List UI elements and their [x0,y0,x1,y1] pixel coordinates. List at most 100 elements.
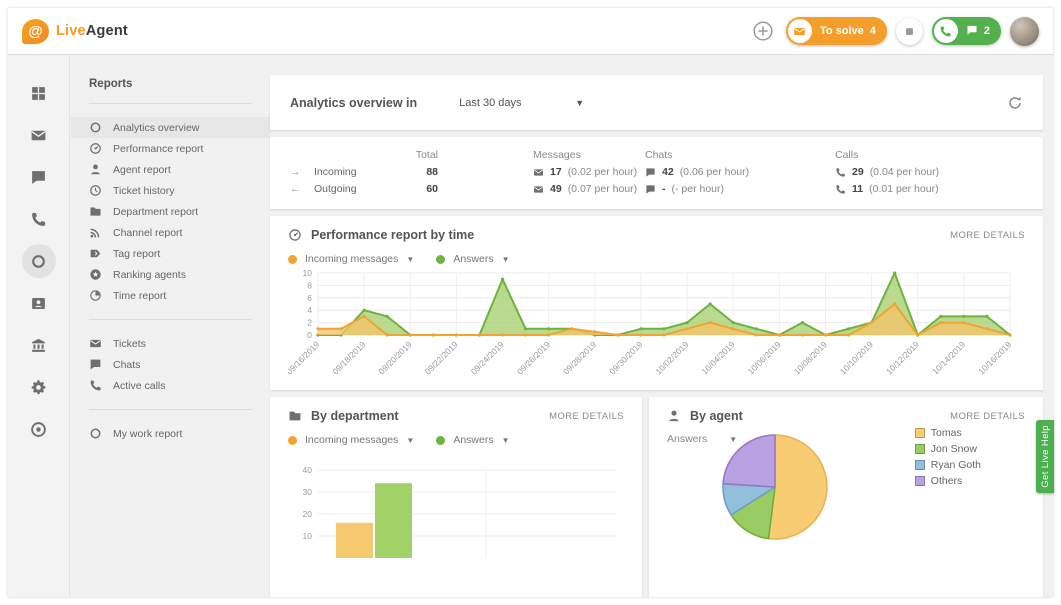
stats-header-spacer [288,149,378,161]
bottom-row: By department MORE DETAILS Incoming mess… [270,397,1043,597]
stats-rate: (0.06 per hour) [680,166,749,178]
agent-pie-chart [717,429,833,550]
user-avatar[interactable] [1010,17,1039,46]
svg-text:09/26/2019: 09/26/2019 [515,339,552,376]
stats-total-value: 60 [378,183,438,195]
department-more-details-link[interactable]: MORE DETAILS [549,411,624,422]
rail-item-settings[interactable] [22,370,56,404]
top-bar-actions: To solve 4 2 [750,17,1039,46]
rail-item-mail[interactable] [22,118,56,152]
folder-icon [89,205,102,218]
legend-label: Incoming messages [305,434,398,446]
sidebar-item-label: Time report [113,290,166,302]
legend-dot-icon [436,255,445,264]
rail-item-dashboard[interactable] [22,76,56,110]
rail-item-reports[interactable] [22,244,56,278]
add-button[interactable] [750,18,777,45]
stats-row-incoming: →Incoming [288,166,378,178]
stats-col-total: Total [378,149,438,161]
rail-item-target[interactable] [22,412,56,446]
chevron-down-icon[interactable]: ▼ [502,255,510,264]
bank-icon [30,337,47,354]
sidebar-item-active-calls[interactable]: Active calls [71,375,270,396]
sidebar-item-analytics-overview[interactable]: Analytics overview [71,117,270,138]
sidebar-item-ranking-agents[interactable]: Ranking agents [71,264,270,285]
agent-more-details-link[interactable]: MORE DETAILS [950,411,1025,422]
to-solve-button[interactable]: To solve 4 [786,17,887,45]
legend-label: Answers [453,253,493,265]
performance-more-details-link[interactable]: MORE DETAILS [950,230,1025,241]
pause-button[interactable] [896,18,923,45]
sidebar-divider [89,409,252,410]
calls-chats-button[interactable]: 2 [932,17,1001,45]
svg-text:09/16/2019: 09/16/2019 [288,339,322,376]
sidebar-item-chats[interactable]: Chats [71,354,270,375]
legend-dot-icon [436,436,445,445]
date-range-select[interactable]: Last 30 days ▼ [459,97,584,109]
page: @ LiveAgent To solve 4 2 [0,0,1061,605]
svg-text:20: 20 [303,509,313,519]
sidebar-item-channel-report[interactable]: Channel report [71,222,270,243]
sidebar-item-label: Ticket history [113,185,174,197]
brand-text: LiveAgent [56,23,128,39]
sidebar-item-tag-report[interactable]: Tag report [71,243,270,264]
chevron-down-icon[interactable]: ▼ [406,255,414,264]
mail-icon [89,337,102,350]
sidebar-title: Reports [71,78,270,90]
svg-text:30: 30 [303,487,313,497]
rail-item-chat[interactable] [22,160,56,194]
svg-text:10/14/2019: 10/14/2019 [930,339,967,376]
chevron-down-icon[interactable]: ▼ [406,436,414,445]
date-range-value: Last 30 days [459,97,521,109]
chat-bubble-icon [958,24,984,39]
time-area-chart: 024681009/16/201909/18/201909/20/201909/… [288,267,1025,384]
get-live-help-tab[interactable]: Get Live Help [1036,420,1054,493]
svg-text:4: 4 [307,305,312,315]
sidebar-item-department-report[interactable]: Department report [71,201,270,222]
contacts-icon [30,295,47,312]
main-content: Analytics overview in Last 30 days ▼ Tot… [270,56,1043,597]
svg-text:10/16/2019: 10/16/2019 [976,339,1013,376]
brand-logo[interactable]: @ LiveAgent [22,19,128,44]
sidebar-item-label: Analytics overview [113,122,199,134]
chevron-down-icon[interactable]: ▼ [502,436,510,445]
stats-rate: (- per hour) [672,183,725,195]
pie-legend-item: Ryan Goth [915,459,981,471]
sidebar-item-tickets[interactable]: Tickets [71,333,270,354]
to-solve-mail-icon [788,19,812,43]
legend-swatch-icon [915,428,925,438]
refresh-button[interactable] [1007,95,1023,111]
pie-legend-label: Ryan Goth [931,459,981,471]
rail-item-phone[interactable] [22,202,56,236]
sidebar-item-agent-report[interactable]: Agent report [71,159,270,180]
legend-dot-icon [288,255,297,264]
sidebar-item-performance-report[interactable]: Performance report [71,138,270,159]
stats-rate: (0.01 per hour) [869,183,938,195]
overview-header-card: Analytics overview in Last 30 days ▼ [270,75,1043,130]
stats-col-chats: Chats [645,149,835,161]
rail-item-bank[interactable] [22,328,56,362]
svg-text:09/18/2019: 09/18/2019 [330,339,367,376]
history-icon [89,184,102,197]
chat-count: 2 [984,25,999,37]
sidebar-item-my-work-report[interactable]: My work report [71,423,270,444]
chat-icon [30,169,47,186]
gauge-icon [288,228,302,242]
phone-icon [30,211,47,228]
legend-dot-icon [288,436,297,445]
stats-messages-cell: 49(0.07 per hour) [438,183,645,195]
phone-status-icon [934,19,958,43]
mail-icon [533,184,544,195]
folder-icon [288,409,302,423]
phone-icon [835,184,846,195]
gauge-icon [288,228,302,242]
sidebar-sections: Analytics overview Performance reportAgen… [71,103,270,444]
sidebar-item-ticket-history[interactable]: Ticket history [71,180,270,201]
time-icon [89,289,102,302]
sidebar-item-time-report[interactable]: Time report [71,285,270,306]
person-icon [89,163,102,176]
svg-text:10/10/2019: 10/10/2019 [838,339,875,376]
stats-rate: (0.02 per hour) [568,166,637,178]
rail-item-contacts[interactable] [22,286,56,320]
svg-text:09/22/2019: 09/22/2019 [423,339,460,376]
